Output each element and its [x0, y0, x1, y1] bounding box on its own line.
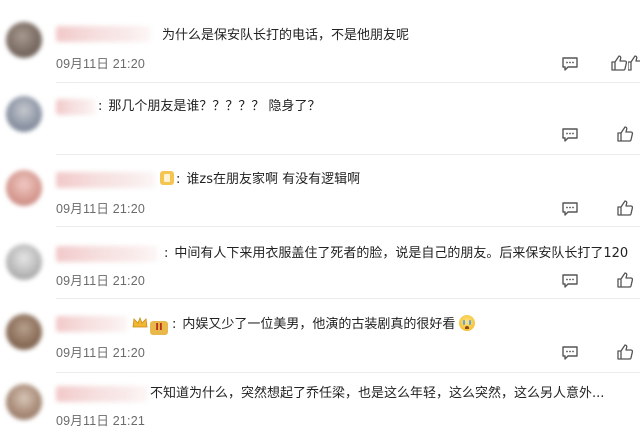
- avatar[interactable]: [6, 244, 42, 280]
- comment-text: : 谁zs在朋友家啊 有没有逻辑啊: [158, 171, 360, 189]
- comment-body: 中间有人下来用衣服盖住了死者的脸，说是自己的朋友。后来保安队长打了120: [174, 246, 629, 261]
- comment-time: 09月11日 21:21: [56, 414, 146, 428]
- comment-body: 内娱又少了一位美男，他演的古装剧真的很好看: [182, 317, 456, 332]
- divider: [56, 372, 640, 373]
- colon: :: [172, 317, 177, 332]
- like-icon[interactable]: [610, 55, 628, 71]
- comment-item: 不知道为什么，突然想起了乔任梁，也是这么年轻，这么突然，这么另人意外... 09…: [0, 374, 640, 428]
- comment-time: 09月11日 21:20: [56, 57, 146, 71]
- comment-text: : 那几个朋友是谁？？？？？ 隐身了？: [98, 98, 321, 116]
- colon: :: [176, 172, 181, 187]
- divider: [56, 154, 640, 155]
- divider: [56, 298, 640, 299]
- comment-icon[interactable]: [561, 273, 579, 289]
- colon: :: [98, 99, 103, 114]
- avatar[interactable]: [6, 22, 42, 58]
- divider: [56, 226, 640, 227]
- avatar[interactable]: [6, 170, 42, 206]
- vip-badge-icon: [160, 171, 174, 185]
- username[interactable]: [56, 386, 148, 402]
- avatar[interactable]: [6, 314, 42, 350]
- comment-text: 为什么是保安队长打的电话，不是他朋友呢: [162, 28, 410, 43]
- comment-item: 为什么是保安队长打的电话，不是他朋友呢 09月11日 21:20: [0, 0, 640, 72]
- username[interactable]: [56, 316, 128, 332]
- comment-icon[interactable]: [561, 201, 579, 217]
- comment-text: : 中间有人下来用衣服盖住了死者的脸，说是自己的朋友。后来保安队长打了120: [164, 245, 628, 263]
- colon: :: [164, 246, 169, 261]
- comment-time: 09月11日 21:20: [56, 346, 146, 360]
- like-icon[interactable]: [628, 55, 640, 71]
- username[interactable]: [56, 246, 158, 262]
- comment-body: 谁zs在朋友家啊 有没有逻辑啊: [186, 172, 361, 187]
- comment-text: II: 内娱又少了一位美男，他演的古装剧真的很好看: [130, 315, 476, 335]
- comment-icon[interactable]: [561, 56, 579, 72]
- comment-item: : 那几个朋友是谁？？？？？ 隐身了？: [0, 84, 640, 154]
- like-icon[interactable]: [616, 126, 634, 142]
- crying-emoji-icon: [459, 315, 476, 331]
- comment-text: 不知道为什么，突然想起了乔任梁，也是这么年轻，这么突然，这么另人意外...: [150, 386, 605, 401]
- comment-icon[interactable]: [561, 127, 579, 143]
- comment-item: II: 内娱又少了一位美男，他演的古装剧真的很好看 09月11日 21:20: [0, 300, 640, 370]
- username[interactable]: [56, 26, 151, 42]
- like-icon[interactable]: [616, 344, 634, 360]
- comment-item: : 中间有人下来用衣服盖住了死者的脸，说是自己的朋友。后来保安队长打了120 09…: [0, 228, 640, 298]
- username[interactable]: [56, 172, 156, 188]
- comment-time: 09月11日 21:20: [56, 274, 146, 288]
- divider: [56, 82, 640, 83]
- level-badge-icon: II: [150, 321, 168, 335]
- like-icon[interactable]: [616, 200, 634, 216]
- crown-badge-icon: [132, 316, 148, 330]
- comment-item: : 谁zs在朋友家啊 有没有逻辑啊 09月11日 21:20: [0, 156, 640, 226]
- avatar[interactable]: [6, 384, 42, 420]
- comment-icon[interactable]: [561, 345, 579, 361]
- avatar[interactable]: [6, 96, 42, 132]
- like-icon[interactable]: [616, 272, 634, 288]
- username[interactable]: [56, 99, 96, 115]
- comment-body: 那几个朋友是谁？？？？？ 隐身了？: [108, 99, 321, 114]
- comment-time: 09月11日 21:20: [56, 202, 146, 216]
